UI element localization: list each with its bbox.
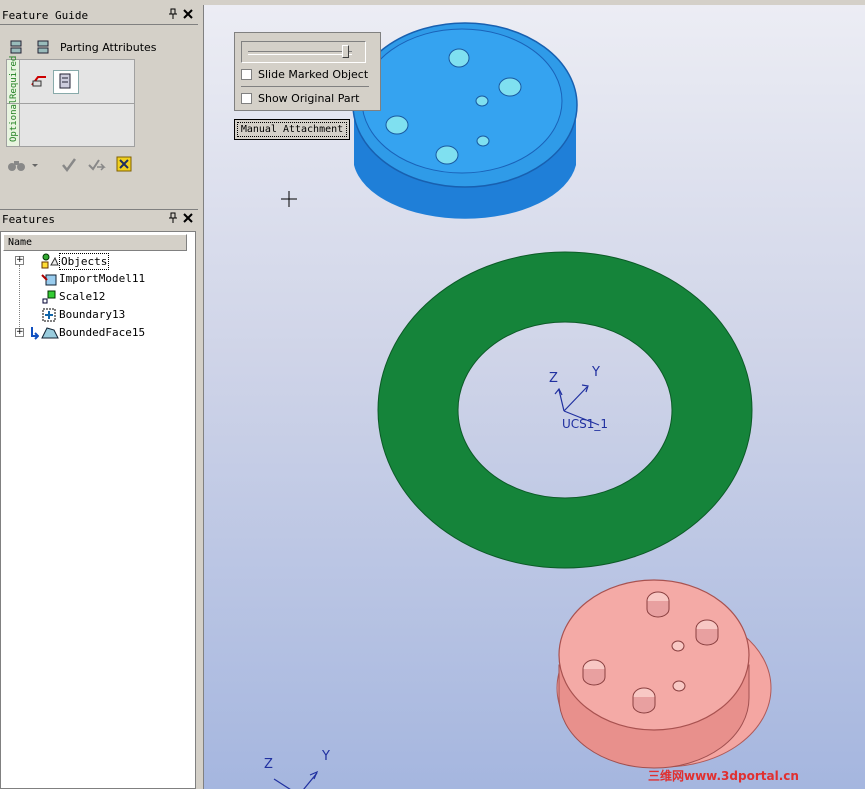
scale-icon	[41, 289, 57, 305]
show-original-part-option[interactable]: Show Original Part	[241, 91, 381, 107]
parting-icon[interactable]	[9, 40, 25, 56]
divider	[0, 209, 198, 210]
watermark: 三维网www.3dportal.cn	[648, 769, 799, 783]
slider-thumb[interactable]	[341, 45, 349, 58]
expand-icon[interactable]: +	[15, 328, 24, 337]
parting-surface-icon[interactable]	[30, 73, 46, 89]
tree-item-boundary[interactable]: Boundary13	[1, 306, 191, 324]
feature-guide-title: Feature Guide	[2, 9, 89, 22]
pin-icon[interactable]	[167, 212, 179, 228]
optional-section: Optional	[6, 99, 135, 147]
tree-item-scale[interactable]: Scale12	[1, 288, 191, 306]
tree-item-label: Objects	[59, 253, 110, 270]
world-axis-label-y: Y	[322, 749, 330, 764]
slide-dialog: Slide Marked Object Show Original Part	[234, 32, 381, 111]
boundary-icon	[41, 307, 57, 323]
optional-tab[interactable]: Optional	[7, 99, 20, 146]
tree-item-label: Boundary13	[59, 308, 126, 321]
feature-guide-title-bar: Feature Guide	[0, 8, 198, 24]
features-title-bar: Features	[0, 212, 198, 228]
checkmark-icon[interactable]	[61, 157, 77, 173]
tree-item-label: Scale12	[59, 290, 106, 303]
apply-next-icon[interactable]	[87, 157, 107, 173]
tree-item-label: ImportModel11	[59, 272, 146, 285]
cursor-crosshair	[281, 191, 297, 207]
show-original-part-label: Show Original Part	[258, 92, 360, 105]
expand-icon[interactable]: +	[15, 256, 24, 265]
top-part[interactable]	[352, 22, 578, 219]
parting-attributes-icon[interactable]	[36, 40, 52, 56]
arrow-icon	[29, 326, 40, 343]
slide-slider[interactable]	[241, 41, 366, 63]
bottom-part[interactable]	[556, 579, 772, 769]
features-title: Features	[2, 213, 55, 226]
show-original-part-checkbox[interactable]	[241, 93, 252, 104]
left-panel: Feature Guide Parting Attributes Require…	[0, 0, 200, 789]
parting-direction-icon[interactable]	[53, 70, 79, 94]
world-axes	[273, 770, 319, 789]
close-icon[interactable]	[182, 212, 194, 228]
import-model-icon	[41, 271, 57, 287]
axis-label-z: Z	[549, 371, 558, 386]
dropdown-arrow-icon[interactable]	[31, 157, 39, 173]
manual-attachment-label: Manual Attachment	[237, 122, 347, 137]
objects-icon	[41, 253, 59, 269]
ucs-label: UCS1_1	[562, 417, 609, 431]
tree-item-importmodel[interactable]: ImportModel11	[1, 270, 191, 288]
column-header-name[interactable]: Name	[3, 234, 187, 251]
tree-item-boundedface[interactable]: + BoundedFace15	[1, 324, 191, 342]
binoculars-icon[interactable]	[7, 157, 27, 173]
cancel-x-icon[interactable]	[116, 156, 132, 172]
divider	[241, 86, 369, 87]
close-icon[interactable]	[182, 8, 194, 24]
pin-icon[interactable]	[167, 8, 179, 24]
slider-rail	[248, 51, 352, 55]
required-tab[interactable]: Required	[7, 56, 20, 103]
axis-label-y: Y	[592, 365, 600, 380]
features-tree[interactable]: Name + Objects ImportModel11 Scale12 Bou…	[0, 231, 196, 789]
slide-marked-object-option[interactable]: Slide Marked Object	[241, 67, 381, 83]
bounded-face-icon	[41, 325, 59, 341]
world-axis-label-z: Z	[264, 757, 273, 772]
tree-item-objects[interactable]: + Objects	[1, 252, 191, 270]
parting-attributes-label[interactable]: Parting Attributes	[60, 41, 157, 54]
slide-marked-object-checkbox[interactable]	[241, 69, 252, 80]
slide-marked-object-label: Slide Marked Object	[258, 68, 369, 81]
divider	[0, 24, 198, 25]
required-section: Required	[6, 56, 135, 104]
manual-attachment-button[interactable]: Manual Attachment	[234, 119, 350, 140]
tree-item-label: BoundedFace15	[59, 326, 146, 339]
